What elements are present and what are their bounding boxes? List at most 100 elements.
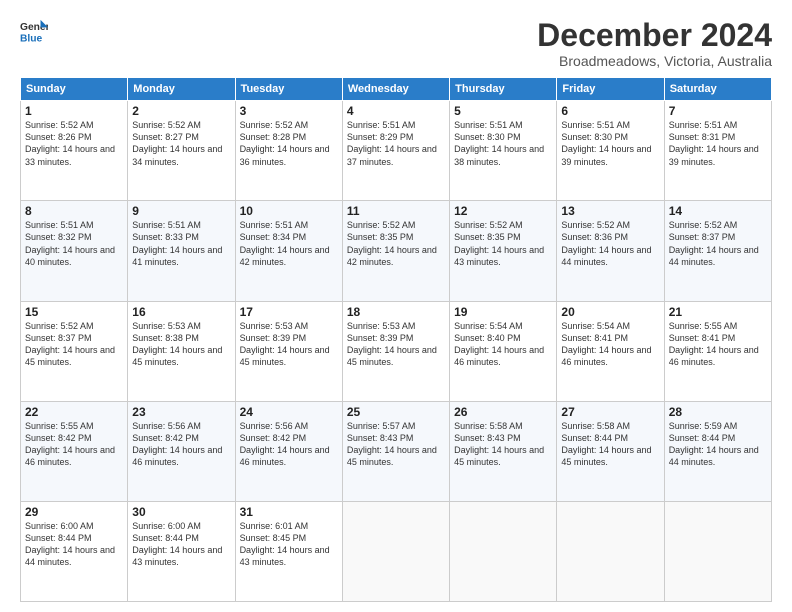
- day-number: 1: [25, 104, 123, 118]
- col-tuesday: Tuesday: [235, 78, 342, 101]
- day-info: Sunrise: 5:58 AMSunset: 8:44 PMDaylight:…: [561, 420, 659, 469]
- day-number: 31: [240, 505, 338, 519]
- table-row: 19Sunrise: 5:54 AMSunset: 8:40 PMDayligh…: [450, 301, 557, 401]
- day-info: Sunrise: 5:53 AMSunset: 8:38 PMDaylight:…: [132, 320, 230, 369]
- logo: General Blue: [20, 18, 48, 46]
- day-number: 25: [347, 405, 445, 419]
- day-number: 24: [240, 405, 338, 419]
- day-info: Sunrise: 6:00 AMSunset: 8:44 PMDaylight:…: [25, 520, 123, 569]
- table-row: 6Sunrise: 5:51 AMSunset: 8:30 PMDaylight…: [557, 101, 664, 201]
- table-row: 14Sunrise: 5:52 AMSunset: 8:37 PMDayligh…: [664, 201, 771, 301]
- table-row: 31Sunrise: 6:01 AMSunset: 8:45 PMDayligh…: [235, 501, 342, 601]
- day-number: 15: [25, 305, 123, 319]
- day-info: Sunrise: 5:52 AMSunset: 8:37 PMDaylight:…: [25, 320, 123, 369]
- table-row: 16Sunrise: 5:53 AMSunset: 8:38 PMDayligh…: [128, 301, 235, 401]
- day-info: Sunrise: 5:51 AMSunset: 8:33 PMDaylight:…: [132, 219, 230, 268]
- day-number: 27: [561, 405, 659, 419]
- col-thursday: Thursday: [450, 78, 557, 101]
- day-info: Sunrise: 5:55 AMSunset: 8:41 PMDaylight:…: [669, 320, 767, 369]
- day-info: Sunrise: 5:52 AMSunset: 8:35 PMDaylight:…: [454, 219, 552, 268]
- day-number: 20: [561, 305, 659, 319]
- title-block: December 2024 Broadmeadows, Victoria, Au…: [537, 18, 772, 69]
- table-row: 28Sunrise: 5:59 AMSunset: 8:44 PMDayligh…: [664, 401, 771, 501]
- day-info: Sunrise: 5:51 AMSunset: 8:30 PMDaylight:…: [454, 119, 552, 168]
- table-row: 8Sunrise: 5:51 AMSunset: 8:32 PMDaylight…: [21, 201, 128, 301]
- day-number: 12: [454, 204, 552, 218]
- day-info: Sunrise: 5:52 AMSunset: 8:37 PMDaylight:…: [669, 219, 767, 268]
- day-info: Sunrise: 5:53 AMSunset: 8:39 PMDaylight:…: [240, 320, 338, 369]
- table-row: 9Sunrise: 5:51 AMSunset: 8:33 PMDaylight…: [128, 201, 235, 301]
- day-info: Sunrise: 5:51 AMSunset: 8:32 PMDaylight:…: [25, 219, 123, 268]
- calendar-header-row: Sunday Monday Tuesday Wednesday Thursday…: [21, 78, 772, 101]
- day-number: 2: [132, 104, 230, 118]
- svg-text:Blue: Blue: [20, 33, 43, 44]
- day-number: 26: [454, 405, 552, 419]
- table-row: 24Sunrise: 5:56 AMSunset: 8:42 PMDayligh…: [235, 401, 342, 501]
- empty-cell: [557, 501, 664, 601]
- day-info: Sunrise: 5:54 AMSunset: 8:40 PMDaylight:…: [454, 320, 552, 369]
- day-info: Sunrise: 5:52 AMSunset: 8:27 PMDaylight:…: [132, 119, 230, 168]
- day-info: Sunrise: 5:52 AMSunset: 8:35 PMDaylight:…: [347, 219, 445, 268]
- day-number: 21: [669, 305, 767, 319]
- day-info: Sunrise: 5:57 AMSunset: 8:43 PMDaylight:…: [347, 420, 445, 469]
- table-row: 18Sunrise: 5:53 AMSunset: 8:39 PMDayligh…: [342, 301, 449, 401]
- main-title: December 2024: [537, 18, 772, 53]
- day-number: 23: [132, 405, 230, 419]
- day-number: 22: [25, 405, 123, 419]
- day-number: 17: [240, 305, 338, 319]
- day-number: 4: [347, 104, 445, 118]
- day-number: 18: [347, 305, 445, 319]
- day-info: Sunrise: 5:59 AMSunset: 8:44 PMDaylight:…: [669, 420, 767, 469]
- table-row: 25Sunrise: 5:57 AMSunset: 8:43 PMDayligh…: [342, 401, 449, 501]
- day-number: 30: [132, 505, 230, 519]
- day-number: 3: [240, 104, 338, 118]
- day-number: 6: [561, 104, 659, 118]
- day-info: Sunrise: 5:51 AMSunset: 8:34 PMDaylight:…: [240, 219, 338, 268]
- day-number: 7: [669, 104, 767, 118]
- calendar-table: Sunday Monday Tuesday Wednesday Thursday…: [20, 77, 772, 602]
- day-info: Sunrise: 5:51 AMSunset: 8:31 PMDaylight:…: [669, 119, 767, 168]
- table-row: 29Sunrise: 6:00 AMSunset: 8:44 PMDayligh…: [21, 501, 128, 601]
- day-info: Sunrise: 5:58 AMSunset: 8:43 PMDaylight:…: [454, 420, 552, 469]
- col-sunday: Sunday: [21, 78, 128, 101]
- table-row: 3Sunrise: 5:52 AMSunset: 8:28 PMDaylight…: [235, 101, 342, 201]
- header: General Blue December 2024 Broadmeadows,…: [20, 18, 772, 69]
- day-number: 19: [454, 305, 552, 319]
- col-wednesday: Wednesday: [342, 78, 449, 101]
- day-number: 16: [132, 305, 230, 319]
- day-number: 13: [561, 204, 659, 218]
- table-row: 12Sunrise: 5:52 AMSunset: 8:35 PMDayligh…: [450, 201, 557, 301]
- day-number: 28: [669, 405, 767, 419]
- table-row: 22Sunrise: 5:55 AMSunset: 8:42 PMDayligh…: [21, 401, 128, 501]
- day-info: Sunrise: 5:52 AMSunset: 8:26 PMDaylight:…: [25, 119, 123, 168]
- page: General Blue December 2024 Broadmeadows,…: [0, 0, 792, 612]
- table-row: 4Sunrise: 5:51 AMSunset: 8:29 PMDaylight…: [342, 101, 449, 201]
- table-row: 15Sunrise: 5:52 AMSunset: 8:37 PMDayligh…: [21, 301, 128, 401]
- day-info: Sunrise: 6:01 AMSunset: 8:45 PMDaylight:…: [240, 520, 338, 569]
- empty-cell: [664, 501, 771, 601]
- day-info: Sunrise: 5:55 AMSunset: 8:42 PMDaylight:…: [25, 420, 123, 469]
- col-friday: Friday: [557, 78, 664, 101]
- table-row: 17Sunrise: 5:53 AMSunset: 8:39 PMDayligh…: [235, 301, 342, 401]
- day-info: Sunrise: 5:54 AMSunset: 8:41 PMDaylight:…: [561, 320, 659, 369]
- day-number: 11: [347, 204, 445, 218]
- empty-cell: [342, 501, 449, 601]
- table-row: 21Sunrise: 5:55 AMSunset: 8:41 PMDayligh…: [664, 301, 771, 401]
- table-row: 30Sunrise: 6:00 AMSunset: 8:44 PMDayligh…: [128, 501, 235, 601]
- table-row: 2Sunrise: 5:52 AMSunset: 8:27 PMDaylight…: [128, 101, 235, 201]
- day-info: Sunrise: 6:00 AMSunset: 8:44 PMDaylight:…: [132, 520, 230, 569]
- table-row: 11Sunrise: 5:52 AMSunset: 8:35 PMDayligh…: [342, 201, 449, 301]
- table-row: 13Sunrise: 5:52 AMSunset: 8:36 PMDayligh…: [557, 201, 664, 301]
- day-number: 8: [25, 204, 123, 218]
- calendar-week-row: 15Sunrise: 5:52 AMSunset: 8:37 PMDayligh…: [21, 301, 772, 401]
- day-number: 5: [454, 104, 552, 118]
- table-row: 27Sunrise: 5:58 AMSunset: 8:44 PMDayligh…: [557, 401, 664, 501]
- logo-icon: General Blue: [20, 18, 48, 46]
- table-row: 10Sunrise: 5:51 AMSunset: 8:34 PMDayligh…: [235, 201, 342, 301]
- day-number: 10: [240, 204, 338, 218]
- table-row: 7Sunrise: 5:51 AMSunset: 8:31 PMDaylight…: [664, 101, 771, 201]
- table-row: 20Sunrise: 5:54 AMSunset: 8:41 PMDayligh…: [557, 301, 664, 401]
- day-info: Sunrise: 5:52 AMSunset: 8:28 PMDaylight:…: [240, 119, 338, 168]
- col-monday: Monday: [128, 78, 235, 101]
- calendar-week-row: 8Sunrise: 5:51 AMSunset: 8:32 PMDaylight…: [21, 201, 772, 301]
